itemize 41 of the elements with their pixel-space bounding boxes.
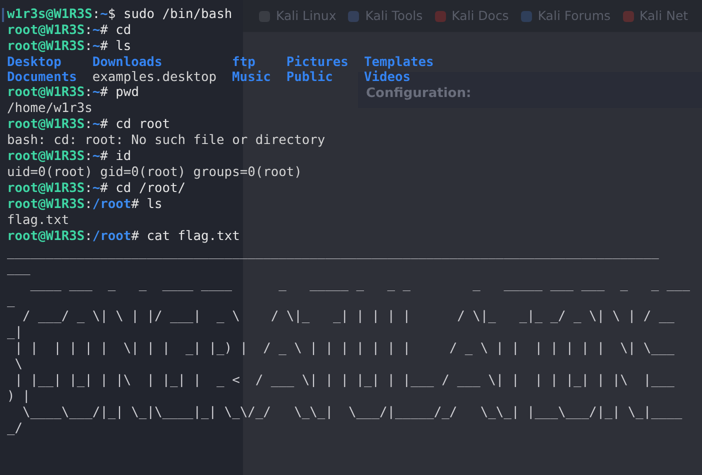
ascii-art-line: \ [14, 357, 23, 373]
output-line: bash: cd: root: No such file or directory [7, 133, 326, 149]
ascii-art-line: ) | [7, 389, 30, 405]
ascii-art-line: | |__| |_| | |\ | |_| | _ < / ___ \| | | |_| | |___ / ___ \| | | | |_| | |\ |___ [14, 373, 674, 389]
ascii-art-line: ___ [7, 261, 30, 277]
ascii-art-line: | | | | | | \| | | _| |_) | / _ \ | | | | | | | / _ \ | | | | | | | \| \___ [14, 341, 674, 357]
ascii-art-line: / ___/ _ \| \ | |/ ___| _ \ / \|_ _| | | | | / \|_ _|_ _/ _ \| \ | / __ [22, 309, 674, 325]
directory-name: Documents [7, 70, 77, 85]
directory-name: Desktop [7, 55, 62, 70]
ascii-art-line: _/ [7, 421, 23, 437]
output-line: uid=0(root) gid=0(root) groups=0(root) [7, 165, 302, 181]
command-line: root@W1R3S:~# pwd [7, 85, 139, 101]
bookmark-link[interactable]: Kali Linux [276, 6, 336, 26]
ascii-art-line: _| [7, 325, 23, 341]
bookmark-link[interactable]: Kali Net [640, 6, 688, 26]
ascii-art-line: ____ ___ _ _ ____ ____ _ _____ _ _ _ _ _____ ___ ___ _ _ ___ [29, 277, 690, 293]
command-line: root@W1R3S:~# cd root [7, 117, 170, 133]
directory-name: Pictures [286, 55, 348, 70]
output-line: flag.txt [7, 213, 70, 229]
command-line: root@W1R3S:~# cd [7, 23, 132, 39]
ascii-art-line: \____\___/|_| \_|\____|_| \_\/_/ \_\_| \___/|_____/_/ \_\_| |___\___/|_| \_|____ [22, 405, 682, 421]
bookmark-link[interactable]: Kali Docs [452, 6, 509, 26]
panel-title: Configuration: [366, 85, 472, 103]
directory-name: Public [286, 70, 333, 85]
ascii-art-line: ____________________________________________________________________________________ [7, 245, 659, 261]
command-line: root@W1R3S:~# ls [7, 39, 132, 55]
bookmark-link[interactable]: Kali Forums [538, 6, 611, 26]
bookmark-link[interactable]: Kali Tools [365, 6, 423, 26]
directory-name: Videos [364, 70, 411, 85]
command-line: root@W1R3S:~# id [7, 149, 132, 165]
command-line: root@W1R3S:/root# cat flag.txt [7, 229, 240, 245]
command-line: w1r3s@W1R3S:~$ sudo /bin/bash [7, 7, 232, 23]
command-line: root@W1R3S:/root# ls [7, 197, 162, 213]
directory-name: ftp [232, 55, 256, 70]
command-line: root@W1R3S:~# cd /root/ [7, 181, 186, 197]
file-name: examples.desktop [92, 70, 217, 85]
ascii-art-line: _ [7, 293, 15, 309]
directory-name: Templates [364, 55, 434, 70]
output-line: /home/w1r3s [7, 101, 92, 117]
directory-name: Downloads [92, 55, 162, 70]
directory-name: Music [232, 70, 271, 85]
